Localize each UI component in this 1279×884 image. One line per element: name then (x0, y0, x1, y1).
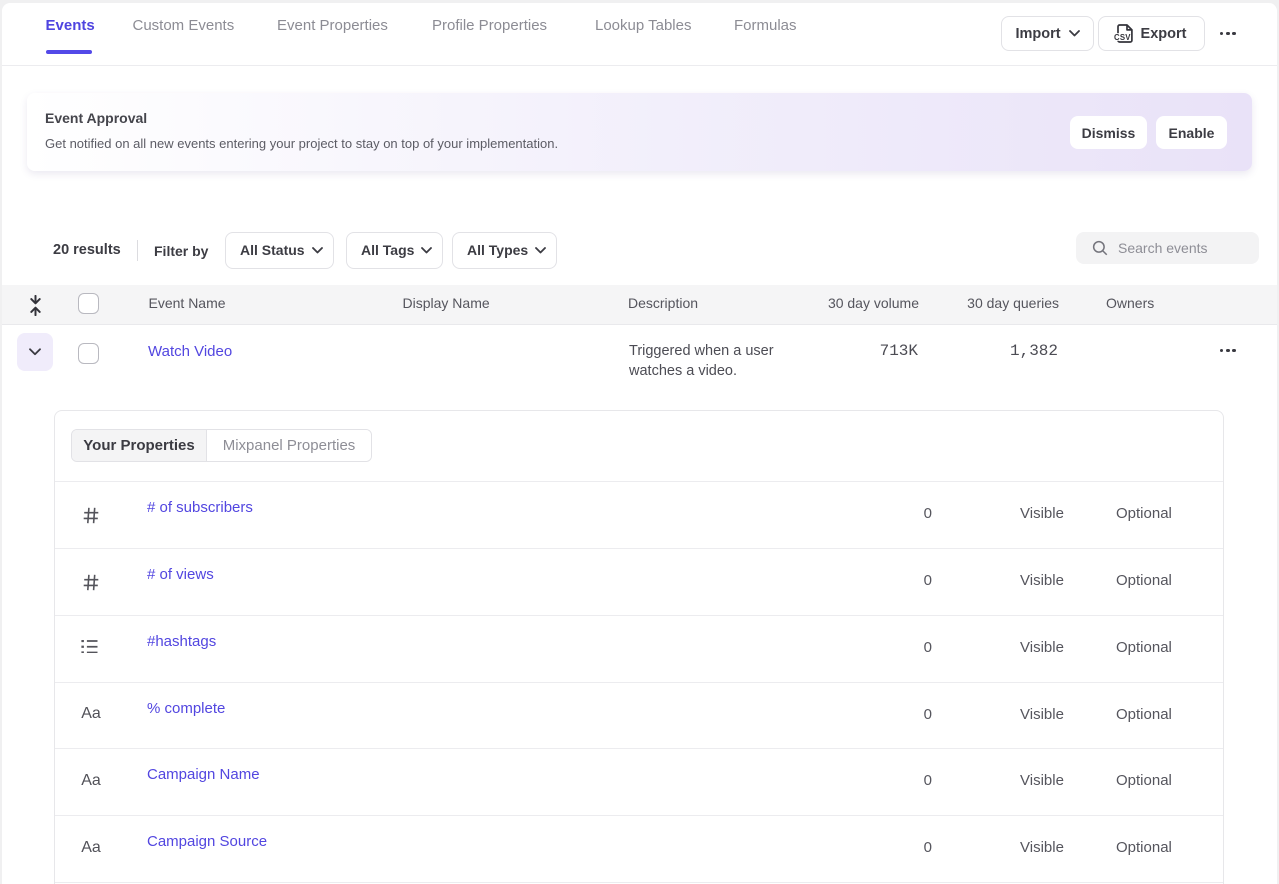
svg-text:CSV: CSV (1114, 33, 1131, 42)
